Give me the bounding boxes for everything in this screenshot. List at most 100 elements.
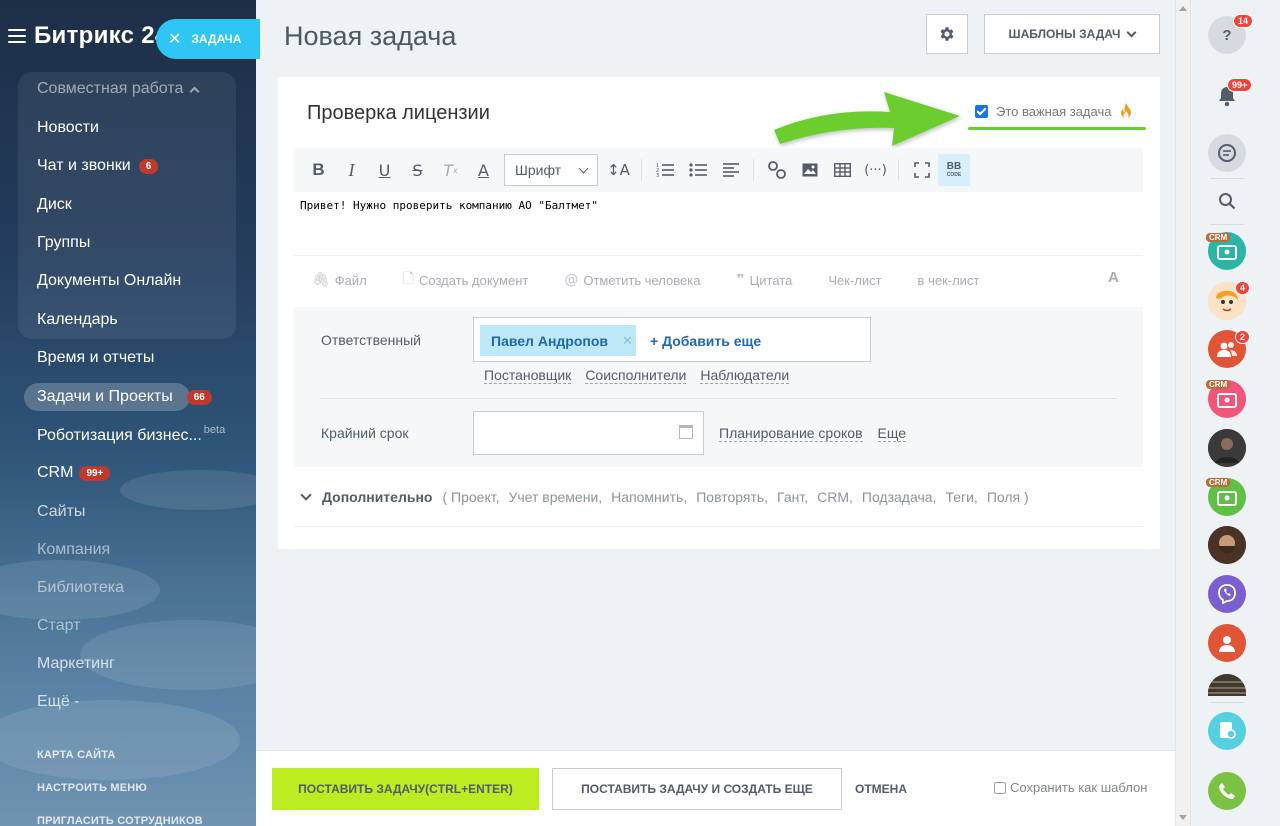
invite-employees-link[interactable]: ПРИГЛАСИТЬ СОТРУДНИКОВ [37,815,203,826]
checklist-button[interactable]: Чек-лист [828,273,881,288]
extra-item[interactable]: CRM, [817,489,853,505]
italic-button[interactable]: I [335,155,368,185]
bullet-list-button[interactable] [681,155,714,185]
image-button[interactable] [793,155,826,185]
attach-label: Цитата [749,272,793,288]
sidebar-group-toggle[interactable]: Совместная работа [37,80,200,98]
user-avatar-3[interactable] [1208,526,1246,564]
sidebar-item-company[interactable]: Компания [37,541,110,559]
sidebar-item-crm[interactable]: CRM 99+ [37,464,111,482]
sidebar-item-disk[interactable]: Диск [37,196,72,214]
sidebar-item-marketing[interactable]: Маркетинг [37,655,115,673]
viber-chat[interactable] [1208,575,1246,613]
configure-menu-link[interactable]: НАСТРОИТЬ МЕНЮ [37,782,147,794]
sidebar-group-label: Совместная работа [37,80,184,97]
phone-icon [1219,783,1235,799]
calendar-icon[interactable] [679,425,693,439]
align-button[interactable] [714,155,747,185]
sidebar-item-docs[interactable]: Документы Онлайн [37,272,181,290]
sidebar-item-automation[interactable]: Роботизация бизнес... beta [37,424,225,445]
sidebar-item-library[interactable]: Библиотека [37,579,124,597]
create-and-new-button[interactable]: ПОСТАВИТЬ ЗАДАЧУ И СОЗДАТЬ ЕЩЕ [552,768,842,810]
extra-item[interactable]: Напомнить, [611,489,687,505]
open-lines-button[interactable] [1208,712,1246,750]
extra-item[interactable]: Повторять, [696,489,768,505]
bold-button[interactable]: B [302,155,335,185]
user-avatar-2[interactable] [1208,429,1246,467]
close-task-tab[interactable]: ✕ ЗАДАЧА [156,19,260,59]
role-link-coexecutors[interactable]: Соисполнители [585,367,687,384]
cancel-button[interactable]: ОТМЕНА [855,782,907,796]
call-button[interactable] [1208,772,1246,810]
font-color-button[interactable]: A [467,155,500,185]
attach-file-button[interactable]: 🖇︎ Файл [312,272,367,288]
sidebar-item-label: Маркетинг [37,655,115,672]
extra-item[interactable]: Теги, [945,489,977,505]
sidebar-item-sites[interactable]: Сайты [37,503,85,521]
quote-button[interactable]: ❞ Цитата [736,272,792,288]
sidebar-item-calendar[interactable]: Календарь [37,311,118,329]
sidebar-item-news[interactable]: Новости [37,119,99,137]
task-templates-dropdown[interactable]: ШАБЛОНЫ ЗАДАЧ [984,14,1160,54]
checkbox-empty-icon[interactable] [994,781,1006,794]
vertical-scrollbar[interactable] [1175,0,1190,826]
strikethrough-button[interactable]: S [401,155,434,185]
user-avatar-4[interactable] [1208,624,1246,662]
settings-button[interactable] [926,14,968,54]
menu-burger-icon[interactable] [8,29,26,43]
bbcode-toggle-button[interactable]: BB CODE [938,154,970,186]
save-as-template-checkbox[interactable]: Сохранить как шаблон [994,780,1147,795]
fullscreen-button[interactable] [905,155,938,185]
more-link[interactable]: Еще [877,425,907,442]
additional-section-toggle[interactable]: Дополнительно ( Проект, Учет времени, На… [300,489,1038,505]
important-label: Это важная задача [996,103,1112,119]
font-size-button[interactable]: ↕A [602,155,635,185]
extra-item[interactable]: ( Проект, [442,489,499,505]
sidebar-item-label: Новости [37,119,99,136]
avatar-photo-icon [1208,429,1246,467]
sidebar-item-time[interactable]: Время и отчеты [37,349,154,367]
important-task-checkbox[interactable]: Это важная задача [975,102,1133,120]
extra-item[interactable]: Гант, [777,489,808,505]
underline-button[interactable]: U [368,155,401,185]
mention-button[interactable]: @ Отметить человека [564,272,700,288]
extra-item[interactable]: Подзадача, [862,489,937,505]
task-description-editor[interactable]: Привет! Нужно проверить компанию АО "Бал… [300,199,598,212]
scroll-down-icon[interactable] [1179,815,1187,820]
task-title-input[interactable]: Проверка лицензии [307,102,490,125]
sidebar-item-more[interactable]: Ещё - [37,693,80,711]
sitemap-link[interactable]: КАРТА САЙТА [37,749,116,761]
sidebar-item-start[interactable]: Старт [37,617,80,635]
numbered-list-button[interactable]: 123 [648,155,681,185]
table-button[interactable] [826,155,859,185]
logo[interactable]: Битрикс 24 [34,22,169,50]
extra-item[interactable]: Поля ) [987,489,1029,505]
code-button[interactable]: (···) [859,155,892,185]
font-family-select[interactable]: Шрифт [504,154,598,186]
role-link-creator[interactable]: Постановщик [484,367,572,384]
search-button[interactable] [1208,182,1246,220]
sidebar-item-label: Диск [37,196,72,213]
scroll-up-icon[interactable] [1179,6,1187,11]
time-planning-link[interactable]: Планирование сроков [719,425,863,442]
sidebar-item-label: Чат и звонки [37,157,131,174]
link-button[interactable] [760,155,793,185]
checkbox-checked-icon[interactable] [975,104,988,118]
sidebar-item-tasks[interactable]: Задачи и Проекты 66 [37,388,212,406]
extra-item[interactable]: Учет времени, [508,489,602,505]
remove-user-icon[interactable]: ✕ [622,333,633,349]
text-format-icon[interactable]: A [1108,269,1119,286]
user-chip[interactable]: Павел Андропов ✕ [480,325,636,356]
deadline-input[interactable] [473,411,704,455]
create-task-button[interactable]: ПОСТАВИТЬ ЗАДАЧУ(CTRL+ENTER) [272,768,539,810]
sidebar-item-groups[interactable]: Группы [37,234,90,252]
add-more-users-link[interactable]: + Добавить еще [650,333,761,349]
sidebar-item-label: Документы Онлайн [37,272,182,289]
role-link-observers[interactable]: Наблюдатели [700,367,790,384]
create-document-button[interactable]: 🗋 Создать документ [403,268,529,292]
to-checklist-button[interactable]: в чек-лист [918,273,980,288]
crm-tag: CRM [1206,380,1231,389]
messenger-button[interactable] [1208,134,1246,172]
sidebar-item-chat[interactable]: Чат и звонки 6 [37,157,159,175]
remove-format-button[interactable]: Tx [434,155,467,185]
